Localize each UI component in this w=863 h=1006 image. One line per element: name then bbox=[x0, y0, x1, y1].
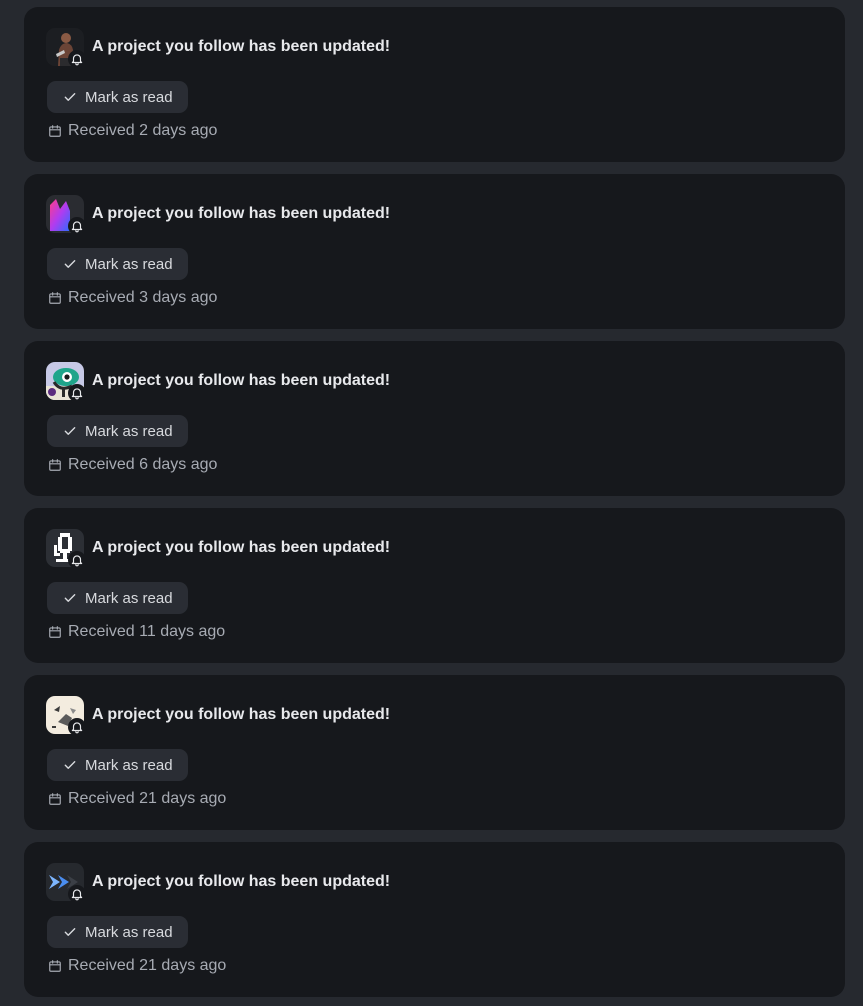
check-icon bbox=[64, 761, 76, 769]
project-avatar[interactable] bbox=[46, 28, 86, 68]
notification-card: A project you follow has been updated! M… bbox=[24, 174, 845, 329]
notification-header: A project you follow has been updated! bbox=[46, 696, 391, 736]
received-time: Received 21 days ago bbox=[68, 790, 227, 807]
project-avatar[interactable] bbox=[46, 195, 86, 235]
mark-as-read-label: Mark as read bbox=[85, 255, 173, 273]
mark-as-read-button[interactable]: Mark as read bbox=[47, 916, 188, 948]
notification-feed: A project you follow has been updated! M… bbox=[24, 7, 845, 997]
mark-as-read-label: Mark as read bbox=[85, 88, 173, 106]
notification-header: A project you follow has been updated! bbox=[46, 529, 391, 569]
mark-as-read-button[interactable]: Mark as read bbox=[47, 248, 188, 280]
mark-as-read-button[interactable]: Mark as read bbox=[47, 749, 188, 781]
check-icon bbox=[64, 93, 76, 101]
notification-card: A project you follow has been updated! M… bbox=[24, 842, 845, 997]
received-info: Received 21 days ago bbox=[48, 956, 226, 976]
mark-as-read-label: Mark as read bbox=[85, 756, 173, 774]
received-time: Received 3 days ago bbox=[68, 289, 218, 306]
notification-card: A project you follow has been updated! M… bbox=[24, 508, 845, 663]
mark-as-read-button[interactable]: Mark as read bbox=[47, 415, 188, 447]
notification-header: A project you follow has been updated! bbox=[46, 28, 391, 68]
notification-header: A project you follow has been updated! bbox=[46, 362, 391, 402]
received-info: Received 6 days ago bbox=[48, 455, 217, 475]
notification-title: A project you follow has been updated! bbox=[92, 539, 391, 556]
notification-card: A project you follow has been updated! M… bbox=[24, 341, 845, 496]
calendar-icon bbox=[49, 459, 61, 471]
received-time: Received 21 days ago bbox=[68, 957, 227, 974]
bell-icon bbox=[68, 50, 86, 68]
received-info: Received 21 days ago bbox=[48, 789, 226, 809]
received-time: Received 11 days ago bbox=[68, 623, 226, 640]
calendar-icon bbox=[49, 125, 61, 137]
mark-as-read-button[interactable]: Mark as read bbox=[47, 582, 188, 614]
project-avatar[interactable] bbox=[46, 362, 86, 402]
received-info: Received 2 days ago bbox=[48, 121, 217, 141]
notification-card: A project you follow has been updated! M… bbox=[24, 7, 845, 162]
check-icon bbox=[64, 427, 76, 435]
mark-as-read-button[interactable]: Mark as read bbox=[47, 81, 188, 113]
calendar-icon bbox=[49, 793, 61, 805]
bell-icon bbox=[68, 384, 86, 402]
mark-as-read-label: Mark as read bbox=[85, 923, 173, 941]
check-icon bbox=[64, 260, 76, 268]
project-avatar[interactable] bbox=[46, 863, 86, 903]
received-time: Received 2 days ago bbox=[68, 122, 218, 139]
notification-title: A project you follow has been updated! bbox=[92, 873, 391, 890]
bell-icon bbox=[68, 885, 86, 903]
project-avatar[interactable] bbox=[46, 696, 86, 736]
notification-title: A project you follow has been updated! bbox=[92, 38, 391, 55]
mark-as-read-label: Mark as read bbox=[85, 422, 173, 440]
bell-icon bbox=[68, 551, 86, 569]
notification-header: A project you follow has been updated! bbox=[46, 863, 391, 903]
received-info: Received 3 days ago bbox=[48, 288, 217, 308]
received-info: Received 11 days ago bbox=[48, 622, 225, 642]
calendar-icon bbox=[49, 626, 61, 638]
check-icon bbox=[64, 594, 76, 602]
bell-icon bbox=[68, 718, 86, 736]
notification-header: A project you follow has been updated! bbox=[46, 195, 391, 235]
received-time: Received 6 days ago bbox=[68, 456, 218, 473]
calendar-icon bbox=[49, 292, 61, 304]
mark-as-read-label: Mark as read bbox=[85, 589, 173, 607]
notification-title: A project you follow has been updated! bbox=[92, 372, 391, 389]
check-icon bbox=[64, 928, 76, 936]
notification-title: A project you follow has been updated! bbox=[92, 706, 391, 723]
notification-title: A project you follow has been updated! bbox=[92, 205, 391, 222]
project-avatar[interactable] bbox=[46, 529, 86, 569]
notification-card: A project you follow has been updated! M… bbox=[24, 675, 845, 830]
calendar-icon bbox=[49, 960, 61, 972]
bell-icon bbox=[68, 217, 86, 235]
